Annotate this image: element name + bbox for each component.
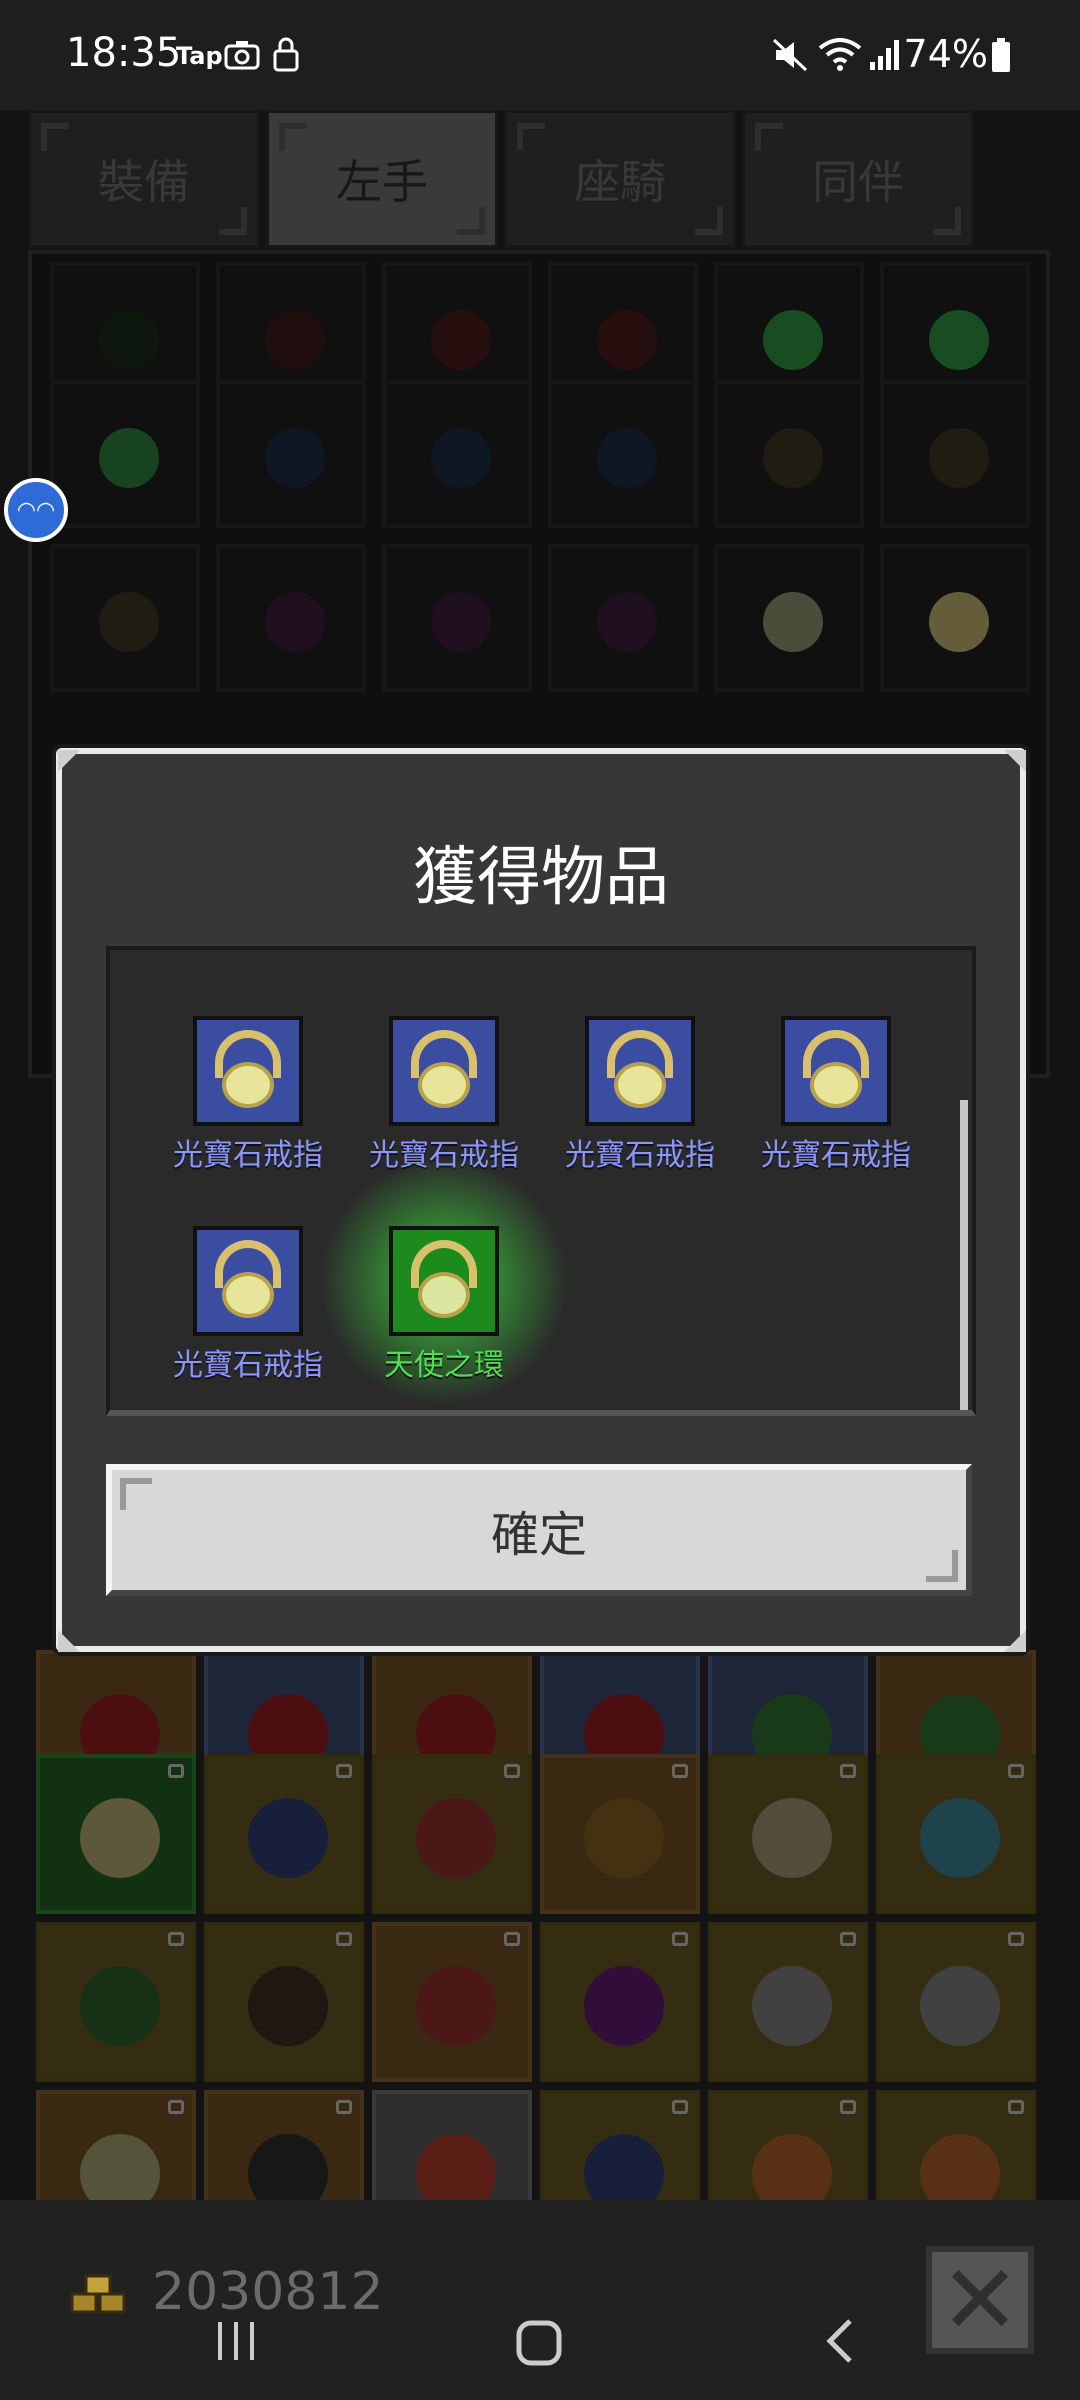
gold-coins-icon (70, 2274, 126, 2314)
item-name: 天使之環 (384, 1348, 504, 1383)
corner-ornament (1004, 750, 1026, 772)
recents-icon[interactable] (214, 2318, 258, 2364)
halo-ring-icon (389, 1226, 499, 1336)
corner-ornament (58, 750, 80, 772)
obtained-items-list[interactable]: 光寶石戒指 光寶石戒指 光寶石戒指 光寶石戒指 光寶石戒指 天使之環 (106, 946, 976, 1416)
corner-ornament (58, 1630, 80, 1652)
item-name: 光寶石戒指 (173, 1348, 323, 1383)
battery-icon (992, 38, 1010, 72)
confirm-button[interactable]: 確定 (106, 1464, 972, 1596)
obtained-item[interactable]: 光寶石戒指 (542, 1016, 738, 1174)
ring-icon (585, 1016, 695, 1126)
ring-icon (389, 1016, 499, 1126)
ring-icon (193, 1226, 303, 1336)
wifi-icon (818, 38, 862, 71)
status-bar: 18:35 Tap 74% (0, 0, 1080, 110)
obtained-item[interactable]: 光寶石戒指 (150, 1016, 346, 1174)
signal-icon (870, 40, 899, 70)
item-name: 光寶石戒指 (565, 1138, 715, 1173)
obtained-item[interactable]: 光寶石戒指 (346, 1016, 542, 1174)
home-icon[interactable] (514, 2318, 564, 2368)
corner-ornament (1004, 1630, 1026, 1652)
obtained-item[interactable]: 光寶石戒指 (150, 1226, 346, 1384)
back-icon[interactable] (822, 2316, 858, 2366)
ring-icon (193, 1016, 303, 1126)
lock-icon (273, 37, 299, 72)
item-name: 光寶石戒指 (173, 1138, 323, 1173)
floating-assistant-icon[interactable]: ◠◠ (4, 478, 68, 542)
battery-level: 74% (903, 32, 988, 76)
ring-icon (781, 1016, 891, 1126)
close-icon[interactable]: ✕ (926, 2244, 1034, 2356)
scrollbar[interactable] (960, 1100, 968, 1410)
tap-indicator: Tap (176, 42, 223, 70)
mute-icon (772, 38, 808, 72)
obtained-items-dialog: 獲得物品 光寶石戒指 光寶石戒指 光寶石戒指 光寶石戒指 光寶石戒指 (56, 748, 1026, 1652)
status-time: 18:35 (66, 30, 182, 76)
gold-amount: 2030812 (152, 2262, 384, 2322)
dialog-title: 獲得物品 (413, 841, 669, 915)
confirm-label: 確定 (490, 1507, 587, 1563)
obtained-item-rare[interactable]: 天使之環 (319, 1156, 569, 1406)
item-name: 光寶石戒指 (761, 1138, 911, 1173)
camera-icon (224, 41, 260, 70)
obtained-item[interactable]: 光寶石戒指 (738, 1016, 934, 1174)
